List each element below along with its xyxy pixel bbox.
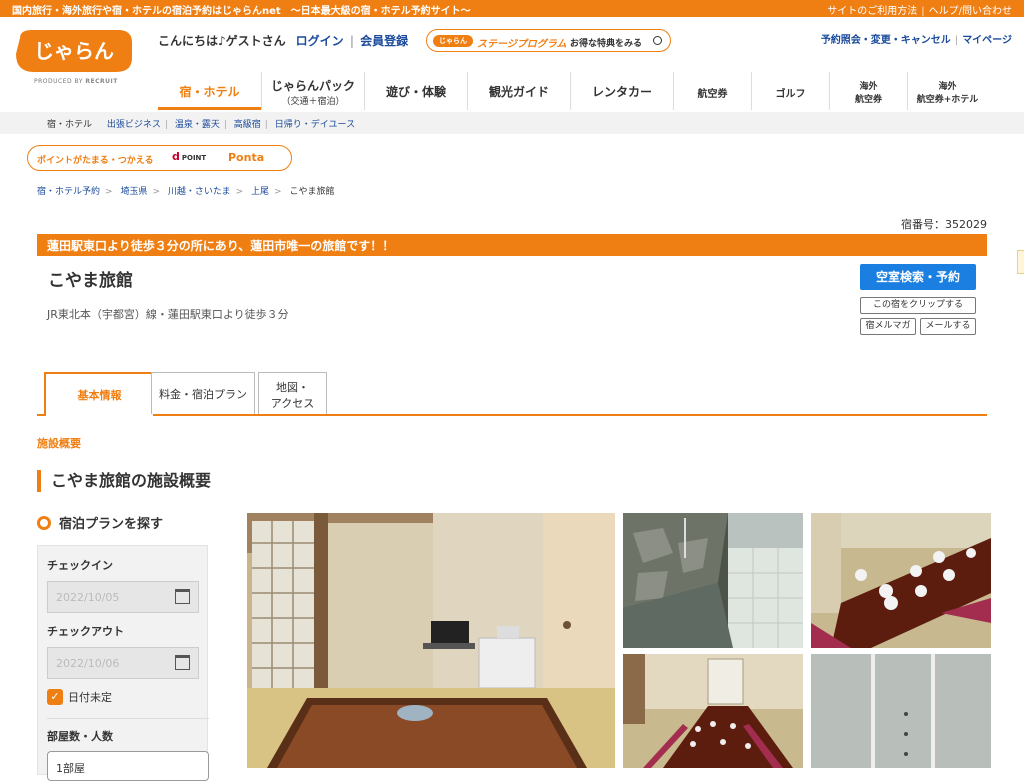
- subnav-luxury[interactable]: 高級宿: [234, 120, 261, 130]
- nav-jalan-pack[interactable]: じゃらんパック （交通＋宿泊）: [261, 72, 364, 110]
- search-plan-heading: 宿泊プランを探す: [37, 513, 163, 532]
- magazine-button[interactable]: 宿メルマガ: [860, 318, 916, 335]
- mypage-link[interactable]: マイページ: [962, 35, 1012, 46]
- subnav-business[interactable]: 出張ビジネス: [107, 120, 161, 130]
- photo-banquet-hall[interactable]: [811, 513, 991, 648]
- hotel-number: 宿番号：352029: [901, 218, 987, 231]
- rooms-select[interactable]: 1部屋: [47, 751, 209, 781]
- checkin-field[interactable]: 2022/10/05: [47, 581, 199, 613]
- breadcrumb-item[interactable]: 川越・さいたま: [168, 187, 231, 197]
- nav-hotel[interactable]: 宿・ホテル: [158, 72, 261, 110]
- calendar-icon: [175, 589, 190, 604]
- nav-activities[interactable]: 遊び・体験: [364, 72, 467, 110]
- dpoint-logo: d POINT: [172, 150, 207, 163]
- stage-title: ステージプログラム: [477, 39, 567, 50]
- rooms-label: 部屋数・人数: [47, 730, 113, 743]
- divider: [47, 718, 209, 719]
- checkout-label: チェックアウト: [47, 625, 124, 638]
- breadcrumb-item[interactable]: 宿・ホテル予約: [37, 187, 100, 197]
- reservation-inquiry-link[interactable]: 予約照会・変更・キャンセル: [821, 35, 951, 46]
- stage-program-button[interactable]: じゃらん ステージプログラム お得な特典をみる: [426, 29, 671, 52]
- points-banner[interactable]: ポイントがたまる・つかえる d POINT Ponta: [27, 145, 292, 171]
- subnav-current: 宿・ホテル: [47, 120, 93, 130]
- nav-intl-flights[interactable]: 海外 航空券: [829, 72, 907, 110]
- side-scroll-tab[interactable]: [1017, 250, 1024, 274]
- subnav-dayuse[interactable]: 日帰り・デイユース: [275, 120, 355, 130]
- ponta-logo: Ponta: [228, 151, 265, 164]
- photo-guest-room[interactable]: [247, 513, 615, 768]
- breadcrumb: 宿・ホテル予約 > 埼玉県 > 川越・さいたま > 上尾 > こやま旅館: [37, 187, 335, 197]
- section-title: こやま旅館の施設概要: [37, 470, 211, 492]
- login-link[interactable]: ログイン: [296, 34, 344, 48]
- global-nav: 宿・ホテル じゃらんパック （交通＋宿泊） 遊び・体験 観光ガイド レンタカー 航…: [158, 72, 998, 112]
- catch-copy: 蓮田駅東口より徒歩３分の所にあり、蓮田市唯一の旅館です！！: [37, 234, 987, 256]
- date-undecided-label: 日付未定: [68, 691, 112, 704]
- usage-guide-link[interactable]: サイトのご利用方法: [827, 6, 917, 17]
- nav-rentacar[interactable]: レンタカー: [570, 72, 673, 110]
- svg-text:じゃらん: じゃらん: [34, 39, 114, 63]
- produced-by-recruit: PRODUCED BY RECRUIT: [34, 78, 118, 85]
- photo-entrance[interactable]: [811, 654, 991, 768]
- site-tagline: 国内旅行・海外旅行や宿・ホテルの宿泊予約はじゃらんnet 〜日本最大級の宿・ホテ…: [12, 6, 471, 17]
- help-link[interactable]: ヘルプ/問い合わせ: [929, 6, 1012, 17]
- clip-button[interactable]: この宿をクリップする: [860, 297, 976, 314]
- jalan-logo[interactable]: じゃらん: [12, 28, 138, 74]
- header-right-links: 予約照会・変更・キャンセル | マイページ: [820, 35, 1012, 46]
- top-links: サイトのご利用方法 | ヘルプ/問い合わせ: [827, 6, 1012, 17]
- nav-golf[interactable]: ゴルフ: [751, 72, 829, 110]
- nav-sightseeing[interactable]: 観光ガイド: [467, 72, 570, 110]
- photo-bath[interactable]: [623, 513, 803, 648]
- mail-button[interactable]: メールする: [920, 318, 976, 335]
- hotel-access: JR東北本（宇都宮）線・蓮田駅東口より徒歩３分: [47, 308, 289, 321]
- top-bar: 国内旅行・海外旅行や宿・ホテルの宿泊予約はじゃらんnet 〜日本最大級の宿・ホテ…: [0, 0, 1024, 17]
- hotel-name: こやま旅館: [48, 271, 133, 291]
- sub-nav: 宿・ホテル 出張ビジネス | 温泉・露天 | 高級宿 | 日帰り・デイユース: [0, 112, 1024, 134]
- hotel-tabs: 基本情報 料金・宿泊プラン 地図・ アクセス: [37, 372, 987, 416]
- search-panel: チェックイン 2022/10/05 チェックアウト 2022/10/06 ✓ 日…: [37, 545, 209, 781]
- search-icon: [37, 516, 51, 530]
- nav-intl-flight-hotel[interactable]: 海外 航空券+ホテル: [907, 72, 987, 110]
- section-label: 施設概要: [37, 437, 81, 450]
- nav-flights[interactable]: 航空券: [673, 72, 751, 110]
- breadcrumb-current: こやま旅館: [289, 187, 335, 197]
- vacancy-search-button[interactable]: 空室検索・予約: [860, 264, 976, 290]
- date-undecided-checkbox[interactable]: ✓: [47, 689, 63, 705]
- register-link[interactable]: 会員登録: [360, 34, 408, 48]
- calendar-icon: [175, 655, 190, 670]
- breadcrumb-item[interactable]: 埼玉県: [120, 187, 147, 197]
- tab-plans[interactable]: 料金・宿泊プラン: [151, 372, 255, 414]
- stage-cta: お得な特典をみる: [570, 39, 643, 49]
- stage-badge: じゃらん: [433, 35, 473, 47]
- points-text: ポイントがたまる・つかえる: [37, 156, 154, 166]
- chevron-down-icon: [653, 36, 662, 45]
- tab-map-access[interactable]: 地図・ アクセス: [258, 372, 327, 414]
- greeting: こんにちは♪ゲストさん ログイン | 会員登録: [158, 34, 409, 48]
- photo-large-banquet[interactable]: [623, 654, 803, 768]
- tab-basic-info[interactable]: 基本情報: [44, 372, 155, 416]
- subnav-onsen[interactable]: 温泉・露天: [175, 120, 220, 130]
- breadcrumb-item[interactable]: 上尾: [251, 187, 269, 197]
- checkin-label: チェックイン: [47, 559, 113, 572]
- checkout-field[interactable]: 2022/10/06: [47, 647, 199, 679]
